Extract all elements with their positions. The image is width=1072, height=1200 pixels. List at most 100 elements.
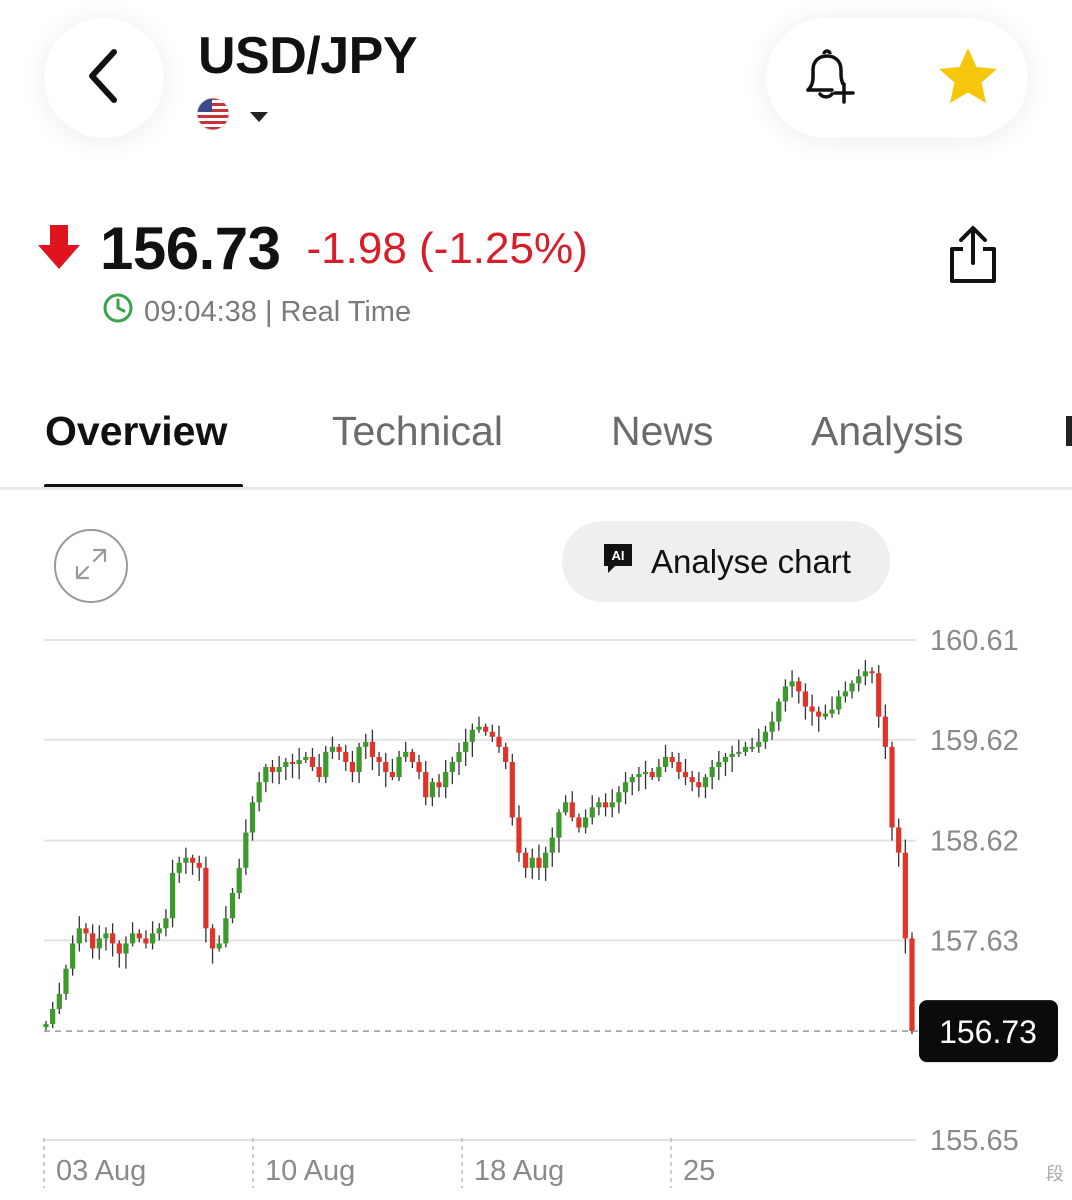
candle-body: [649, 772, 655, 778]
watermark: 段: [1046, 1164, 1064, 1184]
tab-overview[interactable]: Overview: [45, 408, 227, 455]
candle-body: [316, 767, 322, 778]
x-tick-label: 18 Aug: [474, 1155, 564, 1187]
candle-body: [269, 767, 276, 773]
candle-body: [169, 872, 176, 919]
candle-body: [596, 802, 602, 808]
candle-body: [303, 756, 309, 760]
candle-body: [143, 938, 149, 944]
candle-body: [509, 761, 515, 818]
country-selector[interactable]: [196, 97, 268, 136]
candle-body: [856, 676, 862, 684]
candle-body: [602, 802, 609, 808]
candle-body: [782, 686, 789, 702]
share-icon: [945, 223, 1001, 292]
candle-body: [503, 746, 509, 762]
candle-body: [543, 852, 549, 868]
candle-body: [383, 761, 389, 773]
candle-body: [456, 751, 462, 762]
candle-body: [216, 943, 222, 949]
candle-body: [189, 857, 196, 863]
candle-body: [716, 761, 722, 768]
candle-body: [582, 817, 589, 828]
tab-analysis[interactable]: Analysis: [811, 408, 964, 455]
candle-body: [729, 753, 735, 757]
tabs-divider: [0, 487, 1072, 490]
watchlist-star-button[interactable]: [908, 18, 1028, 138]
quote-time-label: 09:04:38 | Real Time: [144, 295, 412, 328]
candle-body: [463, 741, 469, 752]
candle-body: [902, 852, 908, 939]
candle-body: [309, 756, 316, 768]
candle-body: [842, 691, 848, 697]
candle-body: [489, 731, 495, 737]
candle-body: [223, 918, 229, 944]
share-button[interactable]: [938, 222, 1008, 292]
bell-plus-icon: [794, 44, 858, 113]
candle-body: [636, 774, 642, 778]
y-tick-label: 160.61: [930, 625, 1019, 657]
candle-body: [369, 741, 376, 757]
y-tick-label: 159.62: [930, 725, 1019, 757]
price-chart[interactable]: 160.61 159.62 158.62 157.63 155.65 03 Aug 10 A…: [0, 610, 1072, 1200]
candle-body: [43, 1024, 49, 1028]
candle-body: [862, 671, 868, 677]
x-tick-label: 25: [683, 1155, 715, 1187]
candle-body: [589, 807, 595, 818]
candle-body: [443, 772, 449, 788]
candle-body: [516, 817, 522, 853]
candle-body: [722, 756, 729, 762]
candle-body: [396, 756, 402, 778]
candle-body: [196, 862, 202, 868]
header-actions: [766, 18, 1028, 138]
candle-body: [822, 713, 828, 717]
candle-body: [436, 782, 442, 788]
us-flag-icon: [196, 97, 230, 136]
candle-body: [682, 772, 689, 778]
candle-body: [556, 812, 562, 838]
candle-body: [849, 683, 855, 692]
x-tick-label: 10 Aug: [265, 1155, 355, 1187]
price-alert-button[interactable]: [766, 18, 886, 138]
candle-body: [776, 701, 782, 722]
candle-body: [483, 726, 489, 732]
candle-body: [389, 772, 395, 778]
candle-body: [90, 933, 96, 949]
candle-body: [749, 746, 755, 749]
expand-chart-button[interactable]: [54, 529, 128, 603]
candle-body: [276, 767, 282, 773]
candle-body: [536, 857, 542, 868]
candle-body: [336, 746, 342, 752]
down-arrow-icon: [36, 221, 82, 276]
candle-body: [563, 802, 569, 813]
ai-badge-text: AI: [612, 548, 625, 563]
candle-body: [110, 933, 116, 944]
candle-body: [249, 802, 256, 833]
quote-time: 09:04:38 | Real Time: [102, 292, 411, 332]
candle-body: [869, 671, 875, 674]
analyse-chart-label: Analyse chart: [651, 542, 851, 580]
clock-icon: [102, 292, 134, 332]
candle-body: [642, 772, 649, 775]
candle-body: [836, 696, 842, 710]
candle-body: [889, 746, 895, 828]
page-title: USD/JPY: [198, 27, 418, 85]
candle-body: [123, 943, 129, 954]
candle-body: [702, 777, 709, 788]
candle-body: [76, 928, 82, 944]
candle-body: [229, 893, 236, 919]
candle-body: [236, 867, 242, 894]
candle-body: [176, 862, 182, 873]
candle-body: [809, 706, 815, 712]
candle-body: [263, 767, 269, 783]
candle-body: [622, 782, 629, 793]
tab-news[interactable]: News: [611, 408, 714, 455]
candle-body: [736, 751, 742, 754]
candle-body: [70, 943, 76, 969]
candle-body: [669, 756, 675, 762]
tab-technical[interactable]: Technical: [332, 408, 503, 455]
candle-body: [662, 756, 669, 768]
analyse-chart-button[interactable]: AI Analyse chart: [562, 521, 890, 602]
back-button[interactable]: [44, 18, 164, 138]
candle-body: [742, 746, 749, 752]
